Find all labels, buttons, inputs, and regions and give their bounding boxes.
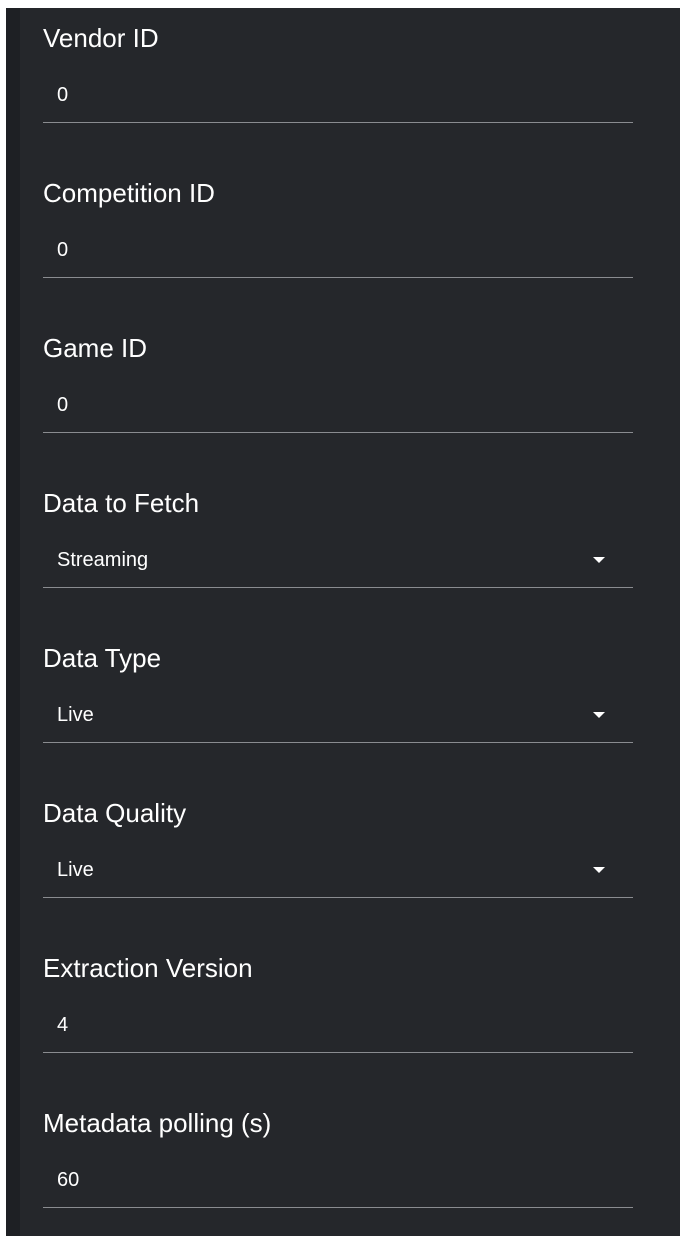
panel-edge-strip — [6, 8, 20, 1236]
data-quality-value: Live — [57, 859, 94, 881]
caret-down-icon[interactable] — [593, 557, 605, 563]
caret-down-icon[interactable] — [593, 712, 605, 718]
vendor-id-input[interactable]: 0 — [43, 82, 633, 123]
data-type-select[interactable]: Live — [43, 702, 633, 743]
game-id-label: Game ID — [43, 333, 148, 363]
game-id-value: 0 — [57, 394, 69, 416]
metadata-polling-input[interactable]: 60 — [43, 1167, 633, 1208]
game-id-input[interactable]: 0 — [43, 392, 633, 433]
settings-panel: Vendor ID 0 Competition ID 0 Game ID 0 D… — [6, 8, 680, 1236]
extraction-version-field: Extraction Version 4 — [43, 952, 633, 1053]
data-quality-select[interactable]: Live — [43, 857, 633, 898]
data-type-field: Data Type Live — [43, 642, 633, 743]
data-type-value: Live — [57, 704, 94, 726]
vendor-id-field: Vendor ID 0 — [43, 22, 633, 123]
vendor-id-value: 0 — [57, 84, 69, 106]
competition-id-input[interactable]: 0 — [43, 237, 633, 278]
extraction-version-value: 4 — [57, 1014, 69, 1036]
competition-id-value: 0 — [57, 239, 69, 261]
data-quality-label: Data Quality — [43, 798, 187, 828]
metadata-polling-field: Metadata polling (s) 60 — [43, 1107, 633, 1208]
data-quality-field: Data Quality Live — [43, 797, 633, 898]
competition-id-field: Competition ID 0 — [43, 177, 633, 278]
vendor-id-label: Vendor ID — [43, 23, 159, 53]
competition-id-label: Competition ID — [43, 178, 215, 208]
data-to-fetch-select[interactable]: Streaming — [43, 547, 633, 588]
data-to-fetch-field: Data to Fetch Streaming — [43, 487, 633, 588]
data-type-label: Data Type — [43, 643, 162, 673]
data-to-fetch-value: Streaming — [57, 549, 149, 571]
game-id-field: Game ID 0 — [43, 332, 633, 433]
extraction-version-label: Extraction Version — [43, 953, 253, 983]
metadata-polling-label: Metadata polling (s) — [43, 1108, 272, 1138]
extraction-version-input[interactable]: 4 — [43, 1012, 633, 1053]
caret-down-icon[interactable] — [593, 867, 605, 873]
metadata-polling-value: 60 — [57, 1169, 80, 1191]
data-to-fetch-label: Data to Fetch — [43, 488, 200, 518]
